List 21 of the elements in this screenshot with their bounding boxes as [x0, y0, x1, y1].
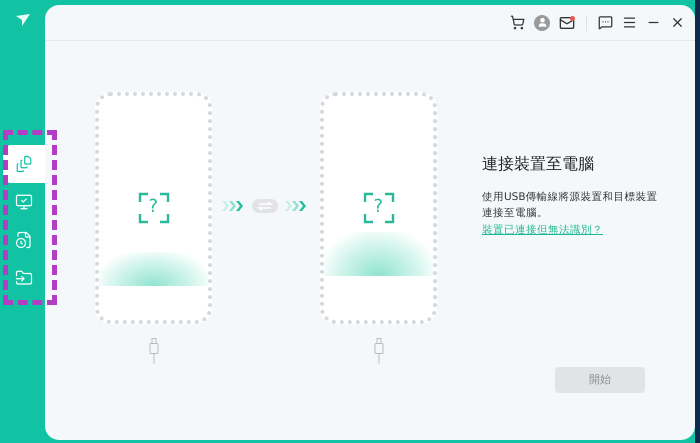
- headline: 連接裝置至電腦: [482, 153, 595, 175]
- logo-icon: [16, 14, 30, 26]
- monitor-icon: [15, 193, 33, 211]
- description: 使用USB傳輸線將源裝置和目標裝置連接至電腦。: [482, 190, 659, 221]
- usb-cable-icon: [148, 338, 158, 364]
- question-mark: ?: [148, 196, 158, 218]
- close-icon[interactable]: [670, 15, 685, 30]
- feedback-icon[interactable]: [598, 15, 613, 30]
- question-mark: ?: [374, 196, 384, 218]
- sidebar-item[interactable]: [3, 145, 45, 183]
- files-icon: [15, 155, 33, 173]
- cart-icon[interactable]: [510, 15, 525, 30]
- help-link[interactable]: 裝置已連接但無法識別？: [482, 223, 662, 237]
- scan-frame-icon: [362, 192, 394, 224]
- avatar-icon[interactable]: [534, 14, 550, 30]
- menu-icon[interactable]: [622, 15, 637, 30]
- file-clock-icon: [15, 231, 33, 249]
- usb-cable-icon: [374, 338, 384, 364]
- folder-icon: [15, 269, 33, 287]
- mail-icon[interactable]: [559, 14, 575, 30]
- scan-frame-icon: [138, 192, 170, 224]
